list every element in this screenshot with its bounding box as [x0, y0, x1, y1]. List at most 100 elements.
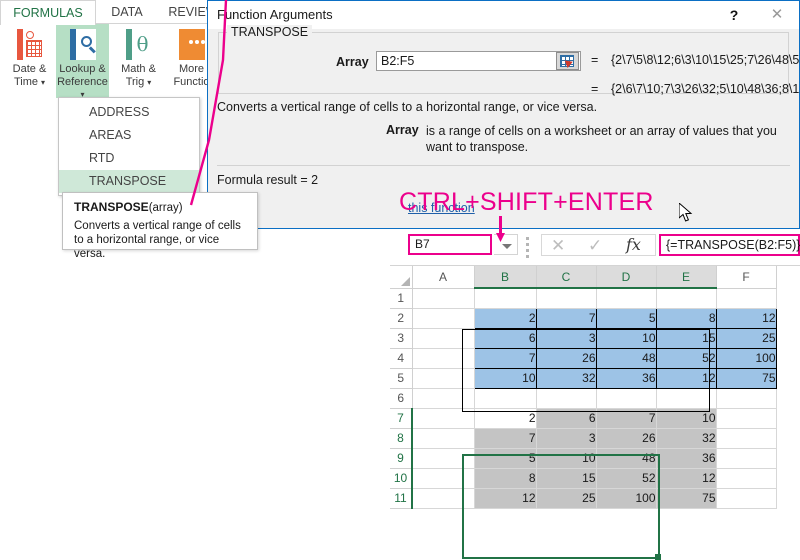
cell-A6[interactable]	[412, 388, 474, 408]
row-header-7[interactable]: 7	[390, 408, 412, 428]
help-icon[interactable]: ?	[723, 5, 745, 25]
cell-E2[interactable]: 8	[656, 308, 716, 328]
array-arg-input[interactable]: B2:F5	[376, 51, 581, 71]
cell-E7[interactable]: 10	[656, 408, 716, 428]
column-header-b[interactable]: B	[474, 266, 536, 288]
cell-C5[interactable]: 32	[536, 368, 596, 388]
cell-E9[interactable]: 36	[656, 448, 716, 468]
cell-A1[interactable]	[412, 288, 474, 308]
cell-E5[interactable]: 12	[656, 368, 716, 388]
menu-item-address[interactable]: ADDRESS	[59, 101, 199, 124]
cell-F2[interactable]: 12	[716, 308, 776, 328]
row-header-3[interactable]: 3	[390, 328, 412, 348]
select-all-corner[interactable]	[390, 266, 412, 288]
cell-E10[interactable]: 12	[656, 468, 716, 488]
cell-F4[interactable]: 100	[716, 348, 776, 368]
column-header-d[interactable]: D	[596, 266, 656, 288]
menu-item-rtd[interactable]: RTD	[59, 147, 199, 170]
row-header-2[interactable]: 2	[390, 308, 412, 328]
cell-B5[interactable]: 10	[474, 368, 536, 388]
cell-C8[interactable]: 3	[536, 428, 596, 448]
cell-A4[interactable]	[412, 348, 474, 368]
cell-F7[interactable]	[716, 408, 776, 428]
cell-C7[interactable]: 6	[536, 408, 596, 428]
tab-formulas[interactable]: FORMULAS	[0, 0, 96, 25]
cell-F11[interactable]	[716, 488, 776, 508]
cell-B10[interactable]: 8	[474, 468, 536, 488]
cell-C3[interactable]: 3	[536, 328, 596, 348]
cell-A5[interactable]	[412, 368, 474, 388]
formula-bar-grip[interactable]	[526, 237, 530, 253]
cell-D5[interactable]: 36	[596, 368, 656, 388]
row-header-10[interactable]: 10	[390, 468, 412, 488]
cell-F5[interactable]: 75	[716, 368, 776, 388]
cell-A8[interactable]	[412, 428, 474, 448]
cell-F9[interactable]	[716, 448, 776, 468]
cell-C4[interactable]: 26	[536, 348, 596, 368]
cell-B4[interactable]: 7	[474, 348, 536, 368]
column-header-a[interactable]: A	[412, 266, 474, 288]
cell-B2[interactable]: 2	[474, 308, 536, 328]
cell-B8[interactable]: 7	[474, 428, 536, 448]
menu-item-areas[interactable]: AREAS	[59, 124, 199, 147]
cell-C11[interactable]: 25	[536, 488, 596, 508]
cell-C9[interactable]: 10	[536, 448, 596, 468]
cell-B1[interactable]	[474, 288, 536, 308]
cell-B3[interactable]: 6	[474, 328, 536, 348]
cell-C2[interactable]: 7	[536, 308, 596, 328]
cell-C6[interactable]	[536, 388, 596, 408]
cell-C1[interactable]	[536, 288, 596, 308]
cell-D11[interactable]: 100	[596, 488, 656, 508]
cell-E8[interactable]: 32	[656, 428, 716, 448]
date-time-button[interactable]: Date & Time ▾	[3, 24, 56, 98]
row-header-8[interactable]: 8	[390, 428, 412, 448]
cell-B7[interactable]: 2	[474, 408, 536, 428]
name-box[interactable]: B7	[408, 234, 492, 255]
row-header-1[interactable]: 1	[390, 288, 412, 308]
cell-A7[interactable]	[412, 408, 474, 428]
cell-D4[interactable]: 48	[596, 348, 656, 368]
cell-A2[interactable]	[412, 308, 474, 328]
enter-formula-icon[interactable]: ✓	[588, 236, 602, 256]
cell-D10[interactable]: 52	[596, 468, 656, 488]
cell-F1[interactable]	[716, 288, 776, 308]
cell-D3[interactable]: 10	[596, 328, 656, 348]
cell-A3[interactable]	[412, 328, 474, 348]
range-select-icon[interactable]	[556, 52, 579, 70]
cancel-formula-icon[interactable]: ✕	[551, 236, 565, 256]
cell-F8[interactable]	[716, 428, 776, 448]
cell-A11[interactable]	[412, 488, 474, 508]
cell-D1[interactable]	[596, 288, 656, 308]
row-header-4[interactable]: 4	[390, 348, 412, 368]
lookup-reference-button[interactable]: Lookup & Reference ▾	[56, 24, 109, 98]
cell-E1[interactable]	[656, 288, 716, 308]
row-header-6[interactable]: 6	[390, 388, 412, 408]
cell-B9[interactable]: 5	[474, 448, 536, 468]
column-header-f[interactable]: F	[716, 266, 776, 288]
cell-E6[interactable]	[656, 388, 716, 408]
close-icon[interactable]: ✕	[765, 5, 789, 25]
cell-D9[interactable]: 48	[596, 448, 656, 468]
cell-A9[interactable]	[412, 448, 474, 468]
insert-function-icon[interactable]: fx	[626, 235, 641, 254]
tab-data[interactable]: DATA	[96, 0, 158, 24]
math-trig-button[interactable]: θ Math & Trig ▾	[112, 24, 165, 98]
menu-item-transpose[interactable]: TRANSPOSE	[59, 170, 199, 193]
lookup-reference-dropdown-menu[interactable]: ADDRESS AREAS RTD TRANSPOSE	[58, 97, 200, 196]
cell-B6[interactable]	[474, 388, 536, 408]
cell-E3[interactable]: 15	[656, 328, 716, 348]
row-header-11[interactable]: 11	[390, 488, 412, 508]
cell-F6[interactable]	[716, 388, 776, 408]
cell-F10[interactable]	[716, 468, 776, 488]
cell-C10[interactable]: 15	[536, 468, 596, 488]
cell-D2[interactable]: 5	[596, 308, 656, 328]
row-header-9[interactable]: 9	[390, 448, 412, 468]
column-header-e[interactable]: E	[656, 266, 716, 288]
cell-D8[interactable]: 26	[596, 428, 656, 448]
column-header-c[interactable]: C	[536, 266, 596, 288]
row-header-5[interactable]: 5	[390, 368, 412, 388]
fill-handle[interactable]	[655, 554, 661, 560]
formula-input[interactable]: {=TRANSPOSE(B2:F5)}	[659, 234, 800, 256]
cell-E11[interactable]: 75	[656, 488, 716, 508]
cell-A10[interactable]	[412, 468, 474, 488]
